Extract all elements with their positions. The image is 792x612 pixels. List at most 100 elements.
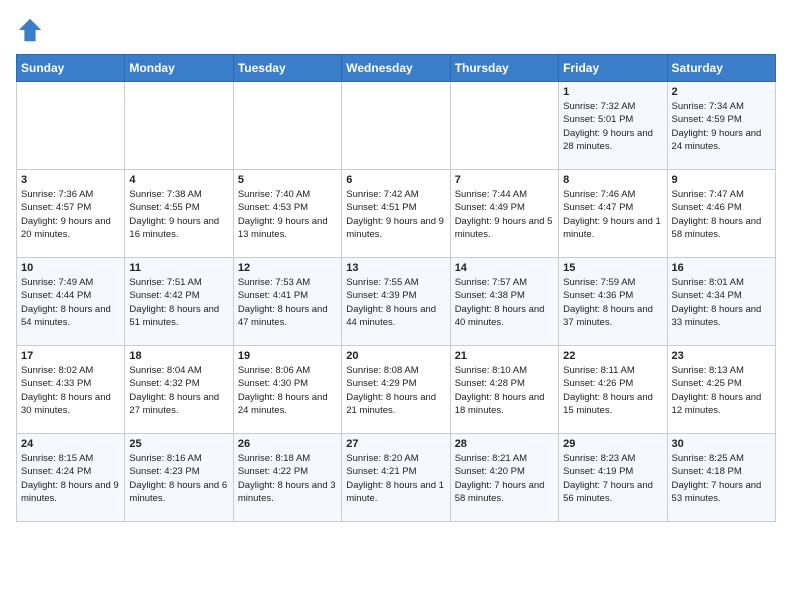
day-number: 3: [21, 174, 120, 186]
calendar-cell: 19 Sunrise: 8:06 AM Sunset: 4:30 PM Dayli…: [233, 346, 341, 434]
calendar-cell: 12 Sunrise: 7:53 AM Sunset: 4:41 PM Dayli…: [233, 258, 341, 346]
day-info: Sunrise: 8:20 AM Sunset: 4:21 PM Dayligh…: [346, 452, 445, 505]
day-info: Sunrise: 8:18 AM Sunset: 4:22 PM Dayligh…: [238, 452, 337, 505]
calendar-cell: 18 Sunrise: 8:04 AM Sunset: 4:32 PM Dayli…: [125, 346, 233, 434]
day-info: Sunrise: 8:25 AM Sunset: 4:18 PM Dayligh…: [672, 452, 771, 505]
calendar-cell: 27 Sunrise: 8:20 AM Sunset: 4:21 PM Dayli…: [342, 434, 450, 522]
day-number: 22: [563, 350, 662, 362]
day-number: 14: [455, 262, 554, 274]
day-info: Sunrise: 7:44 AM Sunset: 4:49 PM Dayligh…: [455, 188, 554, 241]
day-info: Sunrise: 7:40 AM Sunset: 4:53 PM Dayligh…: [238, 188, 337, 241]
day-number: 23: [672, 350, 771, 362]
day-number: 16: [672, 262, 771, 274]
calendar-cell: 13 Sunrise: 7:55 AM Sunset: 4:39 PM Dayli…: [342, 258, 450, 346]
day-info: Sunrise: 8:23 AM Sunset: 4:19 PM Dayligh…: [563, 452, 662, 505]
calendar-cell: 24Sunrise: 8:15 AM Sunset: 4:24 PM Dayli…: [17, 434, 125, 522]
col-header-saturday: Saturday: [667, 55, 775, 82]
calendar-cell: 14 Sunrise: 7:57 AM Sunset: 4:38 PM Dayli…: [450, 258, 558, 346]
col-header-thursday: Thursday: [450, 55, 558, 82]
calendar-cell: 15 Sunrise: 7:59 AM Sunset: 4:36 PM Dayli…: [559, 258, 667, 346]
calendar-cell: [125, 82, 233, 170]
calendar-cell: 1Sunrise: 7:32 AM Sunset: 5:01 PM Daylig…: [559, 82, 667, 170]
day-number: 7: [455, 174, 554, 186]
calendar-cell: [450, 82, 558, 170]
day-info: Sunrise: 8:02 AM Sunset: 4:33 PM Dayligh…: [21, 364, 120, 417]
day-info: Sunrise: 7:38 AM Sunset: 4:55 PM Dayligh…: [129, 188, 228, 241]
day-number: 12: [238, 262, 337, 274]
calendar-week-row: 17 Sunrise: 8:02 AM Sunset: 4:33 PM Dayli…: [17, 346, 776, 434]
day-number: 13: [346, 262, 445, 274]
calendar-week-row: 1Sunrise: 7:32 AM Sunset: 5:01 PM Daylig…: [17, 82, 776, 170]
calendar-cell: 5 Sunrise: 7:40 AM Sunset: 4:53 PM Daylig…: [233, 170, 341, 258]
calendar-cell: [17, 82, 125, 170]
day-info: Sunrise: 8:21 AM Sunset: 4:20 PM Dayligh…: [455, 452, 554, 505]
day-number: 9: [672, 174, 771, 186]
day-number: 1: [563, 86, 662, 98]
day-number: 20: [346, 350, 445, 362]
calendar-header-row: SundayMondayTuesdayWednesdayThursdayFrid…: [17, 55, 776, 82]
calendar-cell: 6 Sunrise: 7:42 AM Sunset: 4:51 PM Daylig…: [342, 170, 450, 258]
calendar-week-row: 3 Sunrise: 7:36 AM Sunset: 4:57 PM Daylig…: [17, 170, 776, 258]
calendar-cell: 20 Sunrise: 8:08 AM Sunset: 4:29 PM Dayli…: [342, 346, 450, 434]
calendar-cell: 29 Sunrise: 8:23 AM Sunset: 4:19 PM Dayli…: [559, 434, 667, 522]
day-number: 2: [672, 86, 771, 98]
day-number: 21: [455, 350, 554, 362]
day-info: Sunrise: 7:51 AM Sunset: 4:42 PM Dayligh…: [129, 276, 228, 329]
calendar-week-row: 10 Sunrise: 7:49 AM Sunset: 4:44 PM Dayli…: [17, 258, 776, 346]
day-info: Sunrise: 8:06 AM Sunset: 4:30 PM Dayligh…: [238, 364, 337, 417]
day-info: Sunrise: 7:53 AM Sunset: 4:41 PM Dayligh…: [238, 276, 337, 329]
day-number: 26: [238, 438, 337, 450]
day-info: Sunrise: 8:08 AM Sunset: 4:29 PM Dayligh…: [346, 364, 445, 417]
day-info: Sunrise: 7:47 AM Sunset: 4:46 PM Dayligh…: [672, 188, 771, 241]
day-info: Sunrise: 7:55 AM Sunset: 4:39 PM Dayligh…: [346, 276, 445, 329]
col-header-tuesday: Tuesday: [233, 55, 341, 82]
calendar-table: SundayMondayTuesdayWednesdayThursdayFrid…: [16, 54, 776, 522]
day-info: Sunrise: 7:49 AM Sunset: 4:44 PM Dayligh…: [21, 276, 120, 329]
calendar-cell: 23 Sunrise: 8:13 AM Sunset: 4:25 PM Dayli…: [667, 346, 775, 434]
day-number: 11: [129, 262, 228, 274]
calendar-week-row: 24Sunrise: 8:15 AM Sunset: 4:24 PM Dayli…: [17, 434, 776, 522]
day-number: 15: [563, 262, 662, 274]
day-info: Sunrise: 8:13 AM Sunset: 4:25 PM Dayligh…: [672, 364, 771, 417]
day-number: 6: [346, 174, 445, 186]
calendar-cell: [233, 82, 341, 170]
calendar-cell: 2Sunrise: 7:34 AM Sunset: 4:59 PM Daylig…: [667, 82, 775, 170]
calendar-cell: 4Sunrise: 7:38 AM Sunset: 4:55 PM Daylig…: [125, 170, 233, 258]
logo-icon: [16, 16, 44, 44]
calendar-cell: 11 Sunrise: 7:51 AM Sunset: 4:42 PM Dayli…: [125, 258, 233, 346]
calendar-cell: 26 Sunrise: 8:18 AM Sunset: 4:22 PM Dayli…: [233, 434, 341, 522]
calendar-cell: 25 Sunrise: 8:16 AM Sunset: 4:23 PM Dayli…: [125, 434, 233, 522]
day-number: 5: [238, 174, 337, 186]
col-header-sunday: Sunday: [17, 55, 125, 82]
col-header-friday: Friday: [559, 55, 667, 82]
logo: [16, 16, 48, 44]
day-number: 24: [21, 438, 120, 450]
day-number: 29: [563, 438, 662, 450]
day-number: 19: [238, 350, 337, 362]
day-number: 27: [346, 438, 445, 450]
day-info: Sunrise: 8:16 AM Sunset: 4:23 PM Dayligh…: [129, 452, 228, 505]
day-info: Sunrise: 7:59 AM Sunset: 4:36 PM Dayligh…: [563, 276, 662, 329]
day-info: Sunrise: 8:04 AM Sunset: 4:32 PM Dayligh…: [129, 364, 228, 417]
col-header-monday: Monday: [125, 55, 233, 82]
day-info: Sunrise: 7:42 AM Sunset: 4:51 PM Dayligh…: [346, 188, 445, 241]
calendar-cell: 3 Sunrise: 7:36 AM Sunset: 4:57 PM Daylig…: [17, 170, 125, 258]
day-number: 8: [563, 174, 662, 186]
calendar-cell: 22Sunrise: 8:11 AM Sunset: 4:26 PM Dayli…: [559, 346, 667, 434]
day-number: 17: [21, 350, 120, 362]
day-number: 25: [129, 438, 228, 450]
calendar-cell: 8Sunrise: 7:46 AM Sunset: 4:47 PM Daylig…: [559, 170, 667, 258]
day-number: 18: [129, 350, 228, 362]
day-info: Sunrise: 7:57 AM Sunset: 4:38 PM Dayligh…: [455, 276, 554, 329]
calendar-cell: 9 Sunrise: 7:47 AM Sunset: 4:46 PM Daylig…: [667, 170, 775, 258]
day-info: Sunrise: 7:36 AM Sunset: 4:57 PM Dayligh…: [21, 188, 120, 241]
calendar-cell: 28 Sunrise: 8:21 AM Sunset: 4:20 PM Dayli…: [450, 434, 558, 522]
day-info: Sunrise: 8:01 AM Sunset: 4:34 PM Dayligh…: [672, 276, 771, 329]
calendar-cell: 7 Sunrise: 7:44 AM Sunset: 4:49 PM Daylig…: [450, 170, 558, 258]
col-header-wednesday: Wednesday: [342, 55, 450, 82]
calendar-cell: 17 Sunrise: 8:02 AM Sunset: 4:33 PM Dayli…: [17, 346, 125, 434]
page-header: [16, 16, 776, 44]
day-number: 28: [455, 438, 554, 450]
calendar-cell: [342, 82, 450, 170]
day-number: 10: [21, 262, 120, 274]
